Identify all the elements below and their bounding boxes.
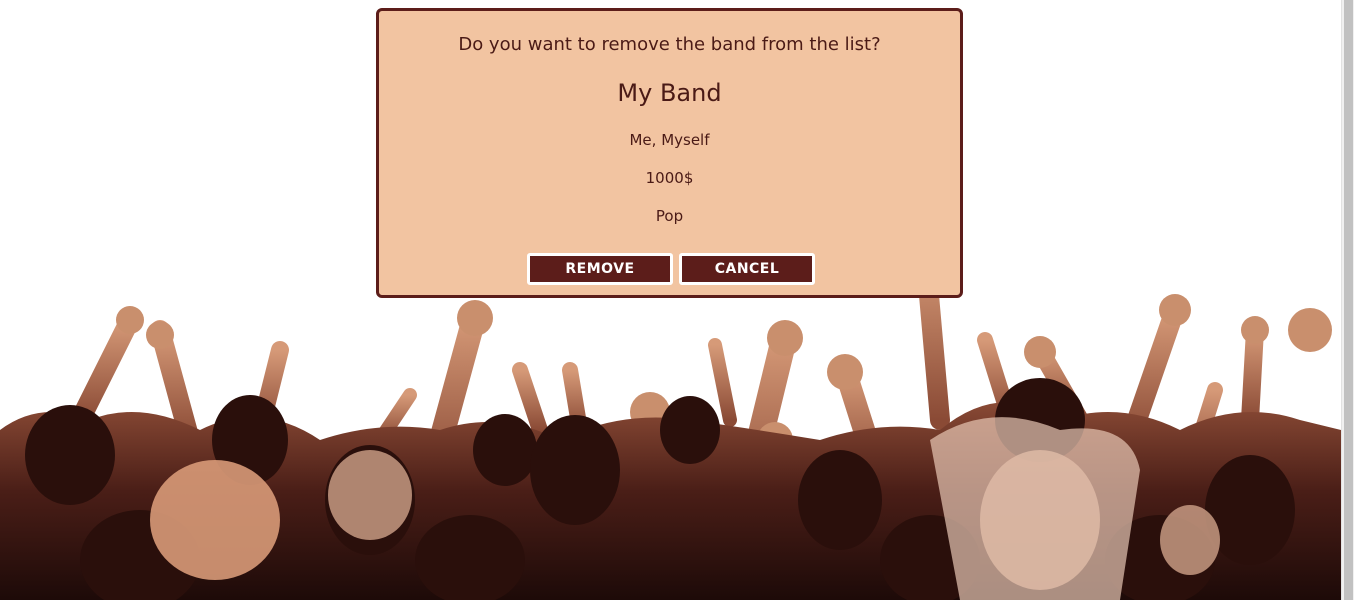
cancel-button[interactable]: CANCEL <box>679 253 815 285</box>
band-members: Me, Myself <box>629 131 710 149</box>
page: Do you want to remove the band from the … <box>0 0 1354 600</box>
remove-band-dialog: Do you want to remove the band from the … <box>376 8 963 298</box>
scrollbar-thumb[interactable] <box>1344 0 1353 600</box>
remove-button[interactable]: REMOVE <box>527 253 673 285</box>
band-name: My Band <box>617 79 722 107</box>
band-price: 1000$ <box>645 169 694 187</box>
vertical-scrollbar[interactable] <box>1341 0 1354 600</box>
band-genre: Pop <box>655 207 684 225</box>
dialog-question: Do you want to remove the band from the … <box>458 34 881 55</box>
dialog-buttons: REMOVE CANCEL <box>379 253 960 285</box>
